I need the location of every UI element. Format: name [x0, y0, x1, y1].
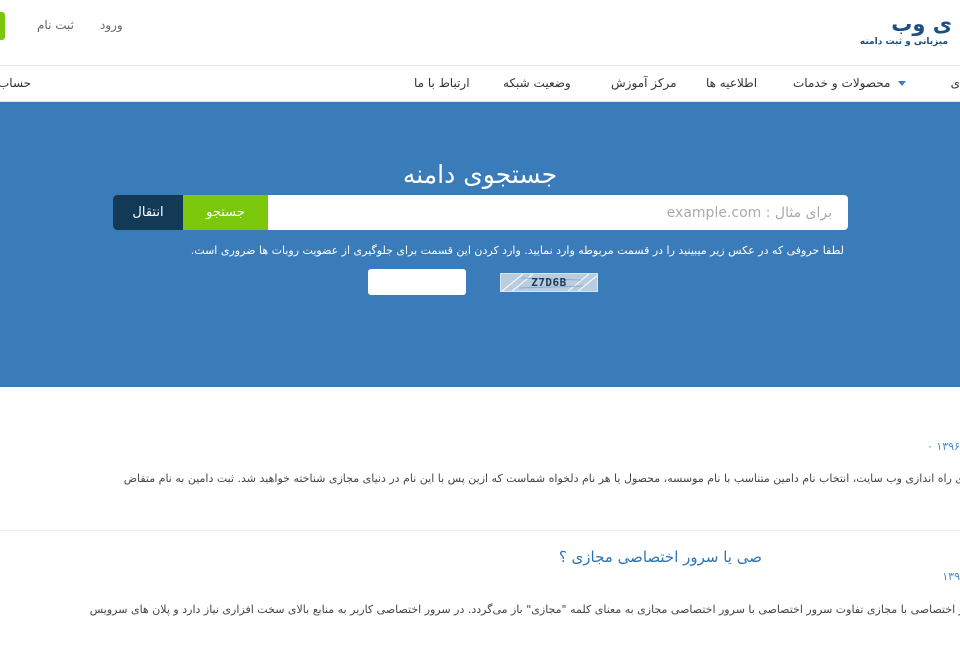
- domain-search-hero: جستجوی دامنه جستجو انتقال لطفا حروفی که …: [0, 102, 960, 387]
- nav-item-account[interactable]: حساب: [0, 76, 31, 90]
- post-divider: [0, 530, 960, 531]
- page-title: جستجوی دامنه: [402, 160, 558, 189]
- nav-item-products[interactable]: محصولات و خدمات: [793, 76, 907, 90]
- nav-item-contact[interactable]: ارتباط با ما: [414, 76, 470, 90]
- nav-item-network-status[interactable]: وضعیت شبکه: [503, 76, 571, 90]
- logo-title: ی وب: [891, 12, 952, 36]
- cart-button-edge[interactable]: [0, 12, 5, 40]
- nav-item-home[interactable]: ی: [951, 76, 960, 90]
- register-link[interactable]: ثبت نام: [37, 18, 74, 32]
- site-logo[interactable]: ی وب میزبانی و ثبت دامنه: [850, 12, 960, 54]
- top-header: ثبت نام ورود ی وب میزبانی و ثبت دامنه: [0, 0, 960, 66]
- nav-item-learning[interactable]: مرکز آموزش: [611, 76, 677, 90]
- captcha-input[interactable]: [368, 269, 466, 295]
- chevron-down-icon: [898, 81, 907, 86]
- transfer-button[interactable]: انتقال: [113, 195, 183, 230]
- nav-item-news[interactable]: اطلاعیه ها: [706, 76, 757, 90]
- main-nav: ی محصولات و خدمات اطلاعیه ها مرکز آموزش …: [0, 66, 960, 102]
- post-date: ۱۳۹: [942, 570, 960, 583]
- nav-item-products-label: محصولات و خدمات: [793, 76, 891, 90]
- captcha-hint: لطفا حروفی که در عکس زیر میبینید را در ق…: [190, 244, 844, 257]
- captcha-code: Z7D6B: [531, 276, 567, 289]
- login-link[interactable]: ورود: [100, 18, 123, 32]
- domain-search-form: جستجو انتقال: [113, 195, 848, 230]
- logo-subtitle: میزبانی و ثبت دامنه: [859, 37, 948, 47]
- post-title[interactable]: صی یا سرور اختصاصی مجازی ؟: [559, 548, 762, 566]
- post-date: ۱۳۹۶ ۰: [926, 440, 960, 453]
- domain-search-input[interactable]: [268, 195, 848, 230]
- search-button[interactable]: جستجو: [183, 195, 268, 230]
- post-excerpt: ی راه اندازی وب سایت، انتخاب نام دامین م…: [123, 472, 960, 485]
- captcha-image: Z7D6B: [500, 273, 598, 292]
- post-excerpt: ر اختصاصی با مجازی تفاوت سرور اختصاصی با…: [89, 603, 960, 616]
